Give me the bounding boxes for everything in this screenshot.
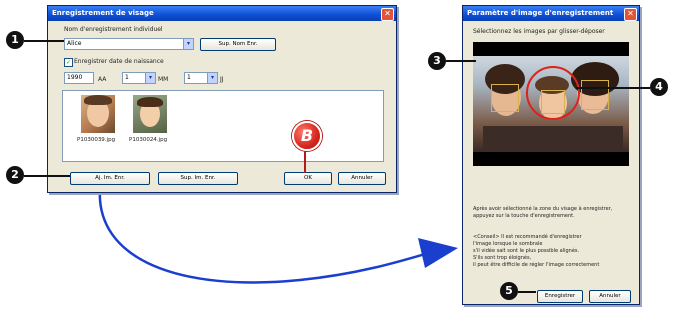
marker-3: 3 bbox=[428, 52, 446, 70]
marker-2: 2 bbox=[6, 166, 24, 184]
marker-1-pointer bbox=[24, 40, 64, 42]
cancel-button[interactable]: Annuler bbox=[338, 172, 386, 185]
marker-b-pointer bbox=[304, 151, 306, 173]
delete-name-button[interactable]: Sup. Nom Enr. bbox=[200, 38, 276, 51]
drag-drop-instruction: Sélectionnez les images par glisser-dépo… bbox=[473, 28, 605, 35]
marker-2-pointer bbox=[24, 175, 70, 177]
birthdate-checkbox-label: Enregistrer date de naissance bbox=[74, 58, 164, 65]
registered-images-panel: P1030039.jpg P1030024.jpg bbox=[62, 90, 384, 162]
chevron-down-icon[interactable]: ▾ bbox=[207, 73, 217, 83]
chevron-down-icon[interactable]: ▾ bbox=[183, 39, 193, 49]
day-unit-label: JJ bbox=[220, 76, 224, 83]
child-photo-1 bbox=[81, 95, 115, 133]
image-thumbnail[interactable]: P1030024.jpg bbox=[129, 95, 171, 145]
day-value: 1 bbox=[187, 74, 191, 81]
image-filename: P1030039.jpg bbox=[77, 137, 116, 143]
advice-line-5: il peut être difficile de régler l'image… bbox=[473, 262, 600, 268]
close-icon[interactable]: ✕ bbox=[381, 8, 394, 21]
dialog-title: Paramètre d'image d'enregistrement bbox=[467, 9, 614, 17]
marker-3-pointer bbox=[446, 60, 476, 62]
day-dropdown[interactable]: 1 ▾ bbox=[184, 72, 218, 84]
dialog-title: Enregistrement de visage bbox=[52, 9, 154, 17]
delete-image-button[interactable]: Sup. Im. Enr. bbox=[158, 172, 238, 185]
chevron-down-icon[interactable]: ▾ bbox=[145, 73, 155, 83]
marker-4-pointer bbox=[576, 87, 650, 89]
child-photo-2 bbox=[133, 95, 167, 133]
face-box[interactable] bbox=[491, 84, 519, 112]
birthdate-checkbox[interactable]: ✓ bbox=[64, 58, 73, 67]
cancel-button[interactable]: Annuler bbox=[589, 290, 631, 303]
name-dropdown[interactable]: Alice ▾ bbox=[64, 38, 194, 50]
help-text-line-1: Après avoir sélectionné la zone du visag… bbox=[473, 206, 613, 212]
year-input[interactable]: 1990 bbox=[64, 72, 94, 84]
image-filename: P1030024.jpg bbox=[129, 137, 168, 143]
advice-line-1: <Conseil> Il est recommandé d'enregistre… bbox=[473, 234, 582, 240]
dialog-titlebar: Enregistrement de visage ✕ bbox=[48, 6, 396, 21]
year-unit-label: AA bbox=[98, 76, 107, 83]
month-value: 1 bbox=[125, 74, 129, 81]
face-highlight-ring bbox=[526, 66, 580, 120]
register-button[interactable]: Enregistrer bbox=[537, 290, 583, 303]
advice-line-4: S'ils sont trop éloignés, bbox=[473, 255, 532, 261]
registration-image-settings-dialog: Paramètre d'image d'enregistrement ✕ Sél… bbox=[462, 5, 640, 305]
marker-1: 1 bbox=[6, 31, 24, 49]
marker-4: 4 bbox=[650, 78, 668, 96]
face-registration-dialog: Enregistrement de visage ✕ Nom d'enregis… bbox=[47, 5, 397, 193]
marker-5: 5 bbox=[500, 282, 518, 300]
marker-b: B bbox=[292, 121, 322, 151]
ok-button[interactable]: OK bbox=[284, 172, 332, 185]
name-value: Alice bbox=[67, 40, 82, 47]
add-image-button[interactable]: Aj. Im. Enr. bbox=[70, 172, 150, 185]
marker-5-pointer bbox=[518, 291, 536, 293]
month-unit-label: MM bbox=[158, 76, 169, 83]
image-thumbnail[interactable]: P1030039.jpg bbox=[77, 95, 119, 145]
advice-line-2: l'image lorsque le sombrale bbox=[473, 241, 543, 247]
name-label: Nom d'enregistrement individuel bbox=[64, 26, 163, 33]
close-icon[interactable]: ✕ bbox=[624, 8, 637, 21]
month-dropdown[interactable]: 1 ▾ bbox=[122, 72, 156, 84]
dialog-titlebar: Paramètre d'image d'enregistrement ✕ bbox=[463, 6, 639, 21]
face-box[interactable] bbox=[581, 80, 609, 110]
advice-line-3: s'il vidée sait sont le plus possible al… bbox=[473, 248, 580, 254]
help-text-line-2: appuyez sur la touche d'enregistrement. bbox=[473, 213, 575, 219]
